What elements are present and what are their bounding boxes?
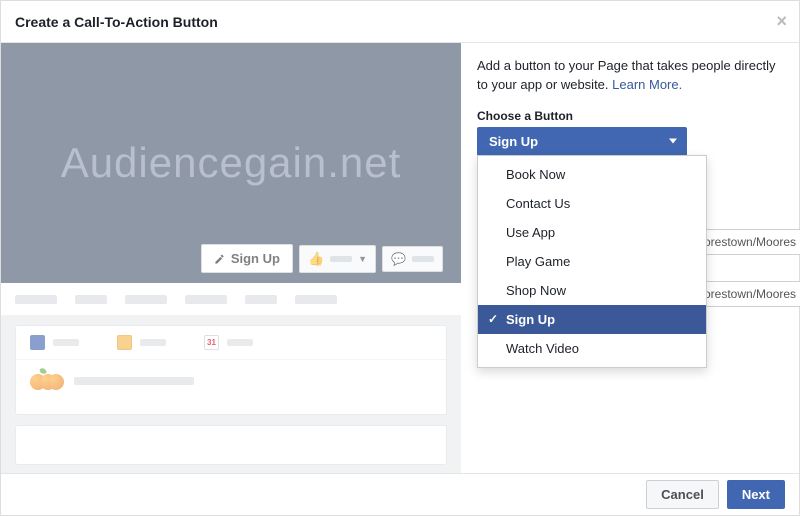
chevron-down-icon: ▼ <box>358 254 367 264</box>
placeholder-bar <box>330 256 352 262</box>
tab-placeholder[interactable] <box>15 295 57 304</box>
button-type-dropdown: Sign Up Book Now Contact Us Use App Play… <box>477 127 687 156</box>
placeholder-bar <box>74 377 194 385</box>
dropdown-option[interactable]: Play Game <box>478 247 706 276</box>
modal-header: Create a Call-To-Action Button × <box>1 1 799 43</box>
chevron-down-icon <box>669 139 677 144</box>
choose-button-label: Choose a Button <box>477 109 783 123</box>
dropdown-selected-label: Sign Up <box>489 134 538 149</box>
dropdown-option[interactable]: Watch Video <box>478 334 706 363</box>
placeholder-bar <box>53 339 79 346</box>
tab-placeholder[interactable] <box>125 295 167 304</box>
placeholder-bar <box>227 339 253 346</box>
calendar-icon <box>204 335 219 350</box>
dropdown-menu: Book Now Contact Us Use App Play Game Sh… <box>477 155 707 368</box>
feed-area <box>1 315 461 473</box>
composer <box>15 325 447 415</box>
cta-modal: Create a Call-To-Action Button × Audienc… <box>0 0 800 516</box>
composer-tab-photo[interactable] <box>117 335 166 350</box>
message-button[interactable]: 💬 <box>382 246 443 272</box>
description: Add a button to your Page that takes peo… <box>477 57 783 95</box>
dropdown-toggle[interactable]: Sign Up <box>477 127 687 156</box>
mobile-website-input[interactable]: orestown/Moores <box>697 281 800 307</box>
composer-tab-event[interactable] <box>204 335 253 350</box>
like-button[interactable]: 👍 ▼ <box>299 245 376 273</box>
url-inputs: orestown/Moores orestown/Moores <box>697 229 800 307</box>
page-avatar <box>30 370 64 392</box>
modal-footer: Cancel Next <box>1 473 799 515</box>
learn-more-link[interactable]: Learn More. <box>612 77 682 92</box>
dropdown-option-selected[interactable]: Sign Up <box>478 305 706 334</box>
tab-placeholder[interactable] <box>295 295 337 304</box>
website-input[interactable]: orestown/Moores <box>697 229 800 255</box>
signup-button-label: Sign Up <box>231 251 280 266</box>
composer-tabs <box>16 326 446 360</box>
photo-icon <box>117 335 132 350</box>
cover-watermark: Audiencegain.net <box>61 139 402 187</box>
page-tabs <box>1 283 461 315</box>
speech-icon: 💬 <box>391 252 406 266</box>
post-card <box>15 425 447 465</box>
cancel-button[interactable]: Cancel <box>646 480 719 509</box>
page-preview: Audiencegain.net Sign Up 👍 ▼ 💬 <box>1 43 461 473</box>
tab-placeholder[interactable] <box>245 295 277 304</box>
placeholder-bar <box>412 256 434 262</box>
form-panel: Add a button to your Page that takes peo… <box>461 43 799 473</box>
thumb-icon: 👍 <box>308 251 324 267</box>
pencil-icon <box>214 253 225 264</box>
cover-photo: Audiencegain.net Sign Up 👍 ▼ 💬 <box>1 43 461 283</box>
modal-body: Audiencegain.net Sign Up 👍 ▼ 💬 <box>1 43 799 473</box>
dropdown-option[interactable]: Book Now <box>478 160 706 189</box>
dropdown-option[interactable]: Use App <box>478 218 706 247</box>
next-button[interactable]: Next <box>727 480 785 509</box>
pencil-icon <box>30 335 45 350</box>
dropdown-option[interactable]: Contact Us <box>478 189 706 218</box>
tab-placeholder[interactable] <box>75 295 107 304</box>
composer-tab-status[interactable] <box>30 335 79 350</box>
modal-title: Create a Call-To-Action Button <box>15 14 218 30</box>
tab-placeholder[interactable] <box>185 295 227 304</box>
signup-button[interactable]: Sign Up <box>201 244 293 273</box>
placeholder-bar <box>140 339 166 346</box>
composer-body <box>16 360 446 402</box>
dropdown-option[interactable]: Shop Now <box>478 276 706 305</box>
close-icon[interactable]: × <box>776 11 787 32</box>
cover-actions: Sign Up 👍 ▼ 💬 <box>201 244 443 273</box>
